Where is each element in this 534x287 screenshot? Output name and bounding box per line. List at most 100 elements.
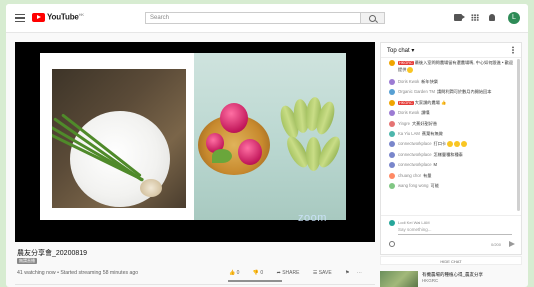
chat-message: Doris Kwok 新年快樂 <box>381 78 521 88</box>
chat-message-body: 打口卡 <box>433 141 447 147</box>
chat-message: HKGRC 最後入室問問農場留有還農場嗎, 中心如何跟進 • 歡迎提供 <box>381 59 521 78</box>
video-meta: 41 watching now • Started streaming 58 m… <box>17 270 139 276</box>
chat-input-area: Lodi Kei Wai LAM Say something... 0/200 <box>381 215 521 256</box>
chat-message-text: connectworkplace M <box>398 162 516 168</box>
chat-message-body: 請問利潤可於數月內開始回本 <box>436 89 492 95</box>
video-title: 農友分享會_20200819 <box>17 250 88 257</box>
browser-frame: YouTubeHK Search L zoom 農友分享會_20200819 無… <box>6 4 528 287</box>
live-chat-panel: Top chat ▾ HKGRC 最後入室問問農場留有還農場嗎, 中心如何跟進 •… <box>380 42 522 255</box>
chat-message-text: connectworkplace 怎樣豐種和種泰 <box>398 152 516 158</box>
chat-message: Ka Yiu LAM 蕉葉有無做 <box>381 130 521 140</box>
user-avatar <box>389 220 395 226</box>
share-button[interactable]: ➦ SHARE <box>277 270 306 276</box>
chat-author-avatar <box>389 141 395 148</box>
notifications-bell-icon[interactable] <box>489 14 495 21</box>
green-onion-photo <box>52 69 186 208</box>
chat-author-avatar <box>389 89 395 96</box>
chat-message-body: 讚嘆 <box>421 110 430 116</box>
dislike-button[interactable]: 👎 0 <box>253 270 269 276</box>
chat-author-name[interactable]: Yingre <box>398 121 410 126</box>
like-button[interactable]: 👍 0 <box>229 270 245 276</box>
chat-header: Top chat ▾ <box>381 43 521 58</box>
char-counter: 0/200 <box>491 242 502 247</box>
moderator-badge: HKGRC <box>398 100 414 105</box>
chat-author-name[interactable]: Organic Garden TM <box>398 89 435 94</box>
chat-message-body: 怎樣豐種和種泰 <box>433 151 463 157</box>
chat-input-underline <box>398 234 512 235</box>
divider <box>15 284 375 285</box>
chat-input[interactable]: Say something... <box>398 227 432 232</box>
more-actions-icon[interactable]: ⋯ <box>357 270 362 276</box>
chat-author-name[interactable]: Ka Yiu LAM <box>398 131 420 136</box>
chat-menu-icon[interactable] <box>512 46 514 54</box>
chat-message: wang fong wong 可能 <box>381 182 521 192</box>
save-button[interactable]: ☰ SAVE <box>313 270 338 276</box>
chat-message-text: Doris Kwok 新年快樂 <box>398 79 516 85</box>
chat-message-list: HKGRC 最後入室問問農場留有還農場嗎, 中心如何跟進 • 歡迎提供 Doris … <box>381 59 521 192</box>
chat-message-text: wang fong wong 可能 <box>398 183 516 189</box>
hide-chat-button[interactable]: HIDE CHAT <box>380 256 522 265</box>
chat-message-text: connectworkplace 打口卡 <box>398 141 516 148</box>
chat-message-text: Ka Yiu LAM 蕉葉有無做 <box>398 131 516 137</box>
dragon-fruit <box>238 139 262 165</box>
chat-author-name[interactable]: chuang chor <box>398 173 421 178</box>
chat-message-body: 新年快樂 <box>421 79 438 84</box>
chat-message-body: M <box>433 162 438 168</box>
flag-icon[interactable]: ⚑ <box>345 270 349 276</box>
chat-message-body: 有量 <box>423 172 432 178</box>
chat-input-username: Lodi Kei Wai LAM <box>398 220 430 225</box>
chat-author-avatar <box>389 99 395 106</box>
chat-message-text: HKGRC 大家讚的農場 👍 <box>398 100 516 107</box>
chat-author-name[interactable]: Doris Kwok <box>398 79 419 84</box>
chat-message-text: Yingre 大蕉好甜好香 <box>398 121 516 127</box>
chat-message: Doris Kwok 讚嘆 <box>381 109 521 119</box>
dragon-fruit <box>220 103 248 133</box>
search-button[interactable] <box>361 12 385 24</box>
chat-message-body: 最後入室問問農場留有還農場嗎, 中心如何跟進 • 歡迎提供 <box>398 60 513 72</box>
chat-author-avatar <box>389 120 395 127</box>
chat-author-avatar <box>389 130 395 137</box>
menu-icon[interactable] <box>15 14 25 22</box>
youtube-logo-icon[interactable] <box>32 13 45 22</box>
top-bar: YouTubeHK Search L <box>6 4 528 33</box>
chat-message-body: 可能 <box>430 182 439 188</box>
chat-mode-dropdown[interactable]: Top chat ▾ <box>387 47 414 54</box>
emoji-icon <box>407 66 414 73</box>
chat-message: connectworkplace 打口卡 <box>381 140 521 150</box>
video-actions: 👍 0 👎 0 ➦ SHARE ☰ SAVE ⚑ ⋯ <box>229 270 368 276</box>
next-video-title[interactable]: 有機農場的種植心得_農友分享 HKGRC <box>422 272 483 284</box>
chat-message: connectworkplace M <box>381 161 521 171</box>
create-video-icon[interactable] <box>454 14 465 21</box>
chat-author-name[interactable]: connectworkplace <box>398 152 432 157</box>
hashtag-badge[interactable]: 無謂直播 <box>17 258 37 264</box>
chat-author-avatar <box>389 110 395 117</box>
next-video-thumbnail[interactable] <box>380 271 418 287</box>
chat-author-name[interactable]: Doris Kwok <box>398 110 419 115</box>
sentiment-bar <box>228 280 282 282</box>
apps-grid-icon[interactable] <box>471 14 479 21</box>
chat-author-name[interactable]: wang fong wong <box>398 183 429 188</box>
chat-message-text: HKGRC 最後入室問問農場留有還農場嗎, 中心如何跟進 • 歡迎提供 <box>398 60 516 73</box>
youtube-logo-text[interactable]: YouTubeHK <box>47 12 84 22</box>
account-avatar[interactable]: L <box>508 12 520 24</box>
search-input[interactable]: Search <box>145 12 361 24</box>
chat-message: chuang chor 有量 <box>381 172 521 182</box>
chat-scrollbar[interactable] <box>517 59 520 211</box>
banana <box>306 137 321 171</box>
chat-message-text: Doris Kwok 讚嘆 <box>398 110 516 116</box>
onion-bulb <box>140 179 162 197</box>
send-icon[interactable] <box>509 241 515 247</box>
chat-author-name[interactable]: connectworkplace <box>398 162 432 167</box>
chat-message-body: 蕉葉有無做 <box>421 130 443 136</box>
emoji-icon[interactable] <box>389 241 395 247</box>
chat-message-body: 大蕉好甜好香 <box>411 120 438 126</box>
chat-message: Yingre 大蕉好甜好香 <box>381 120 521 130</box>
chat-author-avatar <box>389 60 395 66</box>
video-frame <box>40 53 346 220</box>
video-player[interactable]: zoom <box>15 42 375 242</box>
chat-message-text: chuang chor 有量 <box>398 173 516 179</box>
chat-message: connectworkplace 怎樣豐種和種泰 <box>381 151 521 161</box>
chat-message: HKGRC 大家讚的農場 👍 <box>381 99 521 109</box>
chat-author-name[interactable]: connectworkplace <box>398 141 432 146</box>
emoji-icon <box>461 141 468 148</box>
